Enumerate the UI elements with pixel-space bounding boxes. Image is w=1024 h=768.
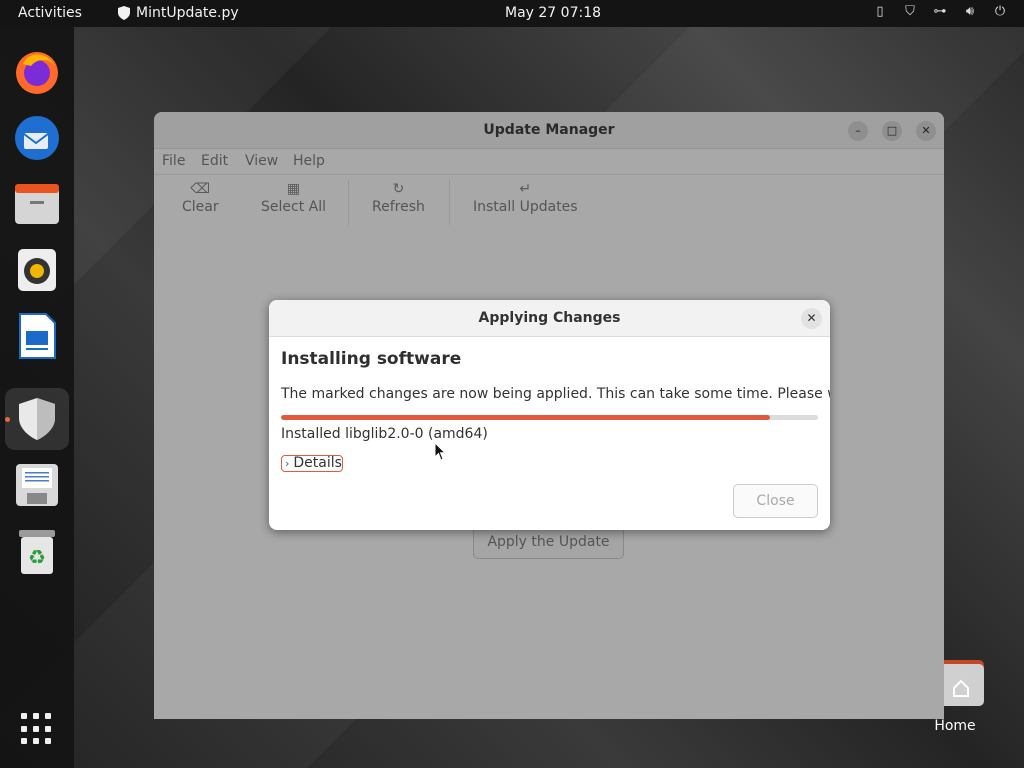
details-expander[interactable]: › Details [281, 455, 343, 472]
clear-label: Clear [182, 199, 219, 215]
menu-bar: File Edit View Help [154, 149, 944, 174]
select-all-button[interactable]: ▦ Select All [261, 181, 326, 215]
show-apps-icon[interactable] [21, 713, 53, 745]
toolbar-separator [449, 179, 450, 225]
menu-view[interactable]: View [245, 153, 278, 169]
top-bar: Activities MintUpdate.py May 27 07:18 ▯ … [0, 0, 1024, 27]
shield-icon [118, 6, 130, 20]
install-icon: ↵ [519, 181, 532, 197]
refresh-label: Refresh [372, 199, 425, 215]
clear-icon: ⌫ [190, 181, 211, 197]
home-folder-label[interactable]: Home [930, 718, 980, 734]
toolbar-separator [348, 179, 349, 225]
thunderbird-icon[interactable] [12, 113, 62, 163]
dialog-heading: Installing software [281, 349, 462, 369]
writer-icon[interactable] [12, 311, 62, 361]
dialog-title: Applying Changes [478, 310, 621, 326]
refresh-button[interactable]: ↻ Refresh [372, 181, 425, 215]
progress-fill [281, 415, 770, 420]
svg-text:♻: ♻ [28, 545, 46, 569]
update-manager-icon[interactable] [5, 388, 69, 450]
menu-help[interactable]: Help [293, 153, 325, 169]
close-button[interactable]: Close [733, 484, 818, 518]
applying-changes-dialog: Applying Changes ✕ Installing software T… [269, 300, 830, 530]
maximize-button[interactable]: □ [882, 121, 902, 141]
install-updates-button[interactable]: ↵ Install Updates [473, 181, 578, 215]
toolbar: ⌫ Clear ▦ Select All ↻ Refresh ↵ Install… [154, 174, 944, 230]
menu-file[interactable]: File [162, 153, 185, 169]
system-tray[interactable]: ▯ ⛉ ⊶ 🔊︎ ⏻ [872, 4, 1008, 20]
select-all-icon: ▦ [286, 181, 301, 197]
select-all-label: Select All [261, 199, 326, 215]
status-text: Installed libglib2.0-0 (amd64) [281, 426, 488, 442]
install-updates-label: Install Updates [473, 199, 578, 215]
files-icon[interactable] [12, 179, 62, 229]
window-title: Update Manager [483, 122, 615, 138]
save-icon[interactable] [12, 460, 62, 510]
network-icon[interactable]: ⊶ [932, 4, 948, 20]
chevron-right-icon: › [285, 457, 290, 470]
dock: ♻ [0, 27, 74, 768]
power-icon[interactable]: ⏻ [992, 4, 1008, 20]
activities-button[interactable]: Activities [18, 5, 82, 21]
window-close-button[interactable]: ✕ [916, 121, 936, 141]
apply-update-button[interactable]: Apply the Update [473, 525, 624, 559]
rhythmbox-icon[interactable] [12, 245, 62, 295]
dialog-close-icon[interactable]: ✕ [801, 308, 822, 329]
details-label: Details [293, 455, 342, 471]
trash-icon[interactable]: ♻ [12, 527, 62, 577]
mouse-cursor-icon [434, 442, 446, 461]
minimize-button[interactable]: – [848, 121, 868, 141]
dialog-titlebar[interactable]: Applying Changes ✕ [269, 300, 830, 337]
clear-button[interactable]: ⌫ Clear [182, 181, 219, 215]
app-menu[interactable]: MintUpdate.py [118, 5, 239, 21]
progress-bar [281, 415, 818, 420]
menu-edit[interactable]: Edit [201, 153, 228, 169]
clock[interactable]: May 27 07:18 [505, 5, 601, 21]
volume-icon[interactable]: 🔊︎ [962, 4, 978, 20]
security-icon[interactable]: ⛉ [902, 4, 918, 20]
window-titlebar[interactable]: Update Manager – □ ✕ [154, 112, 944, 149]
refresh-icon: ↻ [392, 181, 405, 197]
firefox-icon[interactable] [12, 47, 62, 97]
clipboard-icon[interactable]: ▯ [872, 4, 888, 20]
app-name: MintUpdate.py [136, 5, 239, 21]
dialog-message: The marked changes are now being applied… [281, 386, 830, 402]
